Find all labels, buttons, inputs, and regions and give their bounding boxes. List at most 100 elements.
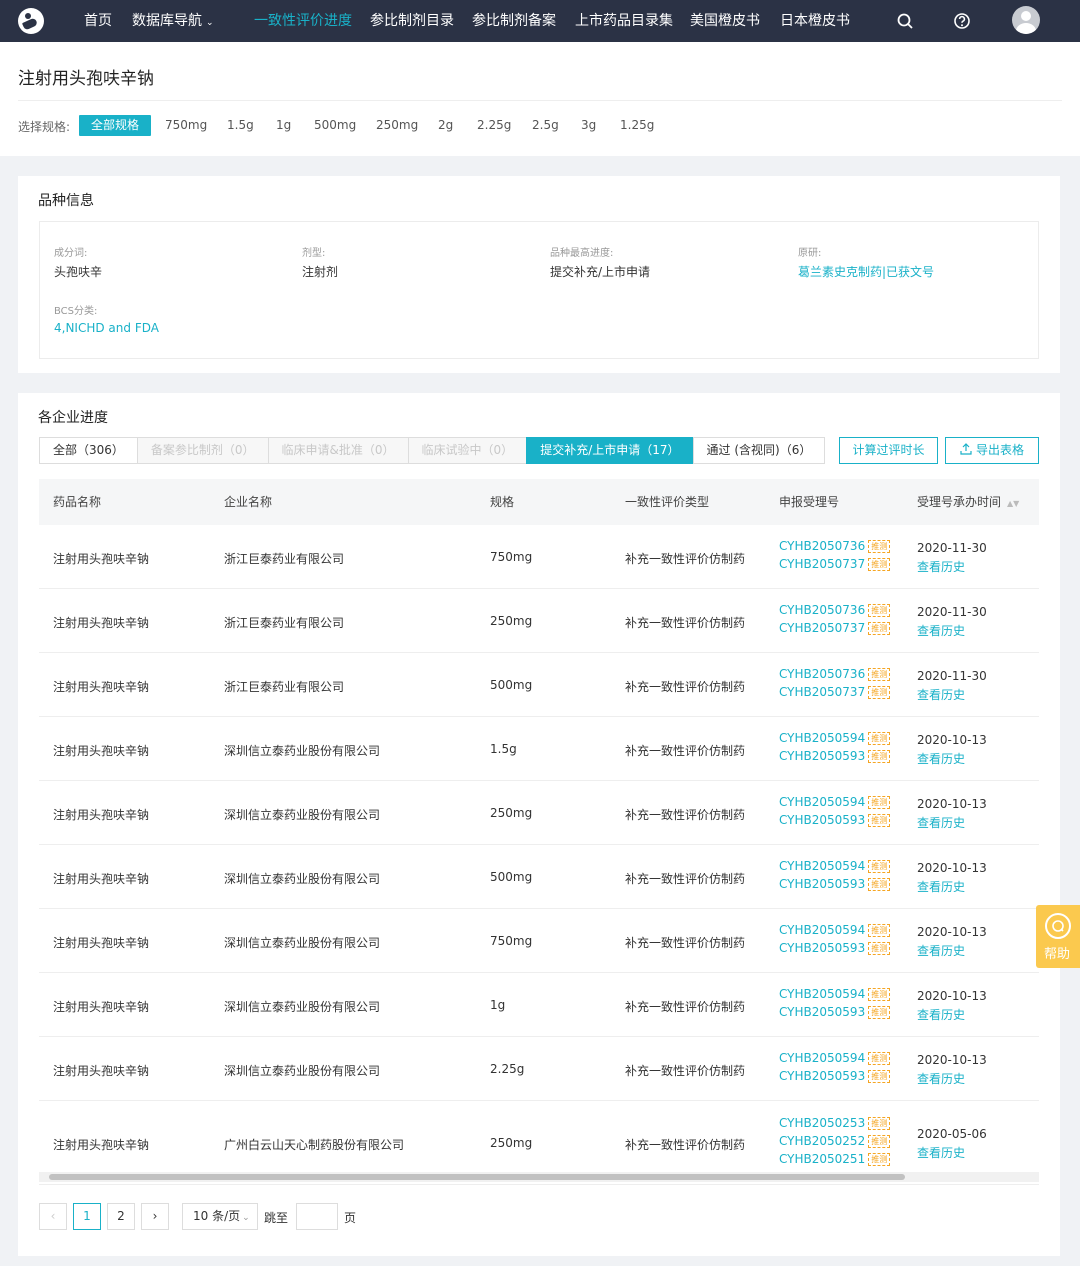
spec-option[interactable]: 250mg	[372, 115, 422, 136]
spec-option[interactable]: 1.5g	[223, 115, 258, 136]
scrollbar-thumb[interactable]	[49, 1174, 905, 1180]
application-number-text: CYHB2050737	[779, 621, 866, 635]
prev-page-button[interactable]: ‹	[39, 1203, 67, 1230]
bcs-link[interactable]: 4,NICHD and FDA	[54, 321, 159, 335]
export-table-button[interactable]: 导出表格	[945, 437, 1039, 464]
company-name-cell: 深圳信立泰药业股份有限公司	[224, 1000, 381, 1014]
inferred-tag: 推测	[868, 1135, 891, 1148]
tab-passed[interactable]: 通过 (含视同)（6）	[692, 437, 826, 464]
page-2-button[interactable]: 2	[107, 1203, 135, 1230]
drug-name-cell: 注射用头孢呋辛钠	[53, 1064, 150, 1078]
view-history-link[interactable]: 查看历史	[917, 622, 965, 639]
application-number[interactable]: CYHB2050593 推测	[779, 877, 891, 891]
application-number[interactable]: CYHB2050593 推测	[779, 1069, 891, 1083]
spec-cell: 250mg	[490, 806, 533, 820]
inferred-tag: 推测	[868, 732, 891, 745]
application-number[interactable]: CYHB2050594 推测	[779, 859, 891, 873]
spec-option[interactable]: 1g	[272, 115, 295, 136]
view-history-link[interactable]: 查看历史	[917, 878, 965, 895]
application-number[interactable]: CYHB2050594 推测	[779, 1051, 891, 1065]
application-number[interactable]: CYHB2050593 推测	[779, 813, 891, 827]
spec-option[interactable]: 500mg	[310, 115, 360, 136]
application-number[interactable]: CYHB2050736 推测	[779, 539, 891, 553]
column-header-sortable[interactable]: 受理号承办时间 ▲▼	[917, 479, 1019, 527]
drug-name-cell: 注射用头孢呋辛钠	[53, 680, 150, 694]
application-number[interactable]: CYHB2050594 推测	[779, 795, 891, 809]
help-circle-icon[interactable]	[952, 11, 972, 31]
variety-info-card: 品种信息 成分词: 头孢呋辛 剂型: 注射剂 品种最高进度: 提交补充/上市申请…	[18, 176, 1060, 373]
nav-listed-drugs[interactable]: 上市药品目录集	[575, 0, 673, 42]
nav-jp-orange-book[interactable]: 日本橙皮书	[780, 0, 850, 42]
application-number[interactable]: CYHB2050594 推测	[779, 731, 891, 745]
page-1-button[interactable]: 1	[73, 1203, 101, 1230]
spec-option[interactable]: 1.25g	[616, 115, 658, 136]
spec-cell: 750mg	[490, 934, 533, 948]
spec-option[interactable]: 3g	[577, 115, 600, 136]
evaluation-type-cell: 补充一致性评价仿制药	[625, 1000, 746, 1014]
application-number[interactable]: CYHB2050736 推测	[779, 667, 891, 681]
spec-all[interactable]: 全部规格	[79, 115, 152, 136]
evaluation-type-cell: 补充一致性评价仿制药	[625, 1064, 746, 1078]
application-number[interactable]: CYHB2050593 推测	[779, 941, 891, 955]
application-number[interactable]: CYHB2050737 推测	[779, 557, 891, 571]
table-row: 注射用头孢呋辛钠 浙江巨泰药业有限公司 750mg 补充一致性评价仿制药 CYHB205…	[39, 525, 1039, 589]
spec-option[interactable]: 750mg	[161, 115, 211, 136]
tab-submitted[interactable]: 提交补充/上市申请（17）	[526, 437, 694, 464]
application-number-text: CYHB2050736	[779, 603, 866, 617]
evaluation-type-cell: 补充一致性评价仿制药	[625, 1138, 746, 1152]
view-history-link[interactable]: 查看历史	[917, 942, 965, 959]
nav-us-orange-book[interactable]: 美国橙皮书	[690, 0, 760, 42]
application-number-text: CYHB2050594	[779, 923, 866, 937]
inferred-tag: 推测	[868, 540, 891, 553]
application-number[interactable]: CYHB2050736 推测	[779, 603, 891, 617]
view-history-link[interactable]: 查看历史	[917, 814, 965, 831]
help-float-button[interactable]: 帮助	[1036, 905, 1080, 968]
nav-reference-catalog[interactable]: 参比制剂目录	[370, 0, 454, 42]
application-number[interactable]: CYHB2050253 推测	[779, 1116, 891, 1130]
application-number[interactable]: CYHB2050251 推测	[779, 1152, 891, 1166]
view-history-link[interactable]: 查看历史	[917, 1006, 965, 1023]
ingredient-value: 头孢呋辛	[54, 265, 103, 279]
application-number[interactable]: CYHB2050737 推测	[779, 621, 891, 635]
nav-database[interactable]: 数据库导航 ⌄	[132, 0, 214, 42]
horizontal-scrollbar[interactable]	[39, 1172, 1039, 1182]
spec-cell: 500mg	[490, 678, 533, 692]
view-history-link[interactable]: 查看历史	[917, 1144, 965, 1161]
application-number[interactable]: CYHB2050737 推测	[779, 685, 891, 699]
column-header: 一致性评价类型	[625, 495, 710, 509]
nav-consistency-progress[interactable]: 一致性评价进度	[254, 0, 352, 42]
sort-icon[interactable]: ▲▼	[1007, 499, 1019, 508]
spec-option[interactable]: 2.25g	[473, 115, 515, 136]
company-name-cell: 广州白云山天心制药股份有限公司	[224, 1138, 405, 1152]
tab-clinical-application: 临床申请&批准（0）	[267, 437, 409, 464]
logo-icon[interactable]	[18, 8, 44, 34]
evaluation-type-cell: 补充一致性评价仿制药	[625, 552, 746, 566]
inferred-tag: 推测	[868, 924, 891, 937]
info-box: 成分词: 头孢呋辛 剂型: 注射剂 品种最高进度: 提交补充/上市申请 原研: …	[39, 221, 1039, 359]
nav-reference-filing[interactable]: 参比制剂备案	[472, 0, 556, 42]
application-number[interactable]: CYHB2050252 推测	[779, 1134, 891, 1148]
page-size-select[interactable]: 10 条/页 ⌄	[182, 1203, 258, 1230]
jump-page-input[interactable]	[296, 1203, 338, 1230]
export-table-label: 导出表格	[975, 443, 1024, 457]
company-name-cell: 浙江巨泰药业有限公司	[224, 680, 345, 694]
application-number[interactable]: CYHB2050593 推测	[779, 1005, 891, 1019]
view-history-link[interactable]: 查看历史	[917, 1070, 965, 1087]
originator-link[interactable]: 葛兰素史克制药|已获文号	[798, 263, 934, 280]
search-icon[interactable]	[895, 11, 915, 31]
application-number[interactable]: CYHB2050594 推测	[779, 923, 891, 937]
avatar[interactable]	[1012, 6, 1040, 34]
spec-option[interactable]: 2.5g	[528, 115, 563, 136]
next-page-button[interactable]: ›	[141, 1203, 169, 1230]
view-history-link[interactable]: 查看历史	[917, 686, 965, 703]
application-number[interactable]: CYHB2050594 推测	[779, 987, 891, 1001]
nav-home[interactable]: 首页	[84, 0, 112, 42]
spec-option[interactable]: 2g	[434, 115, 457, 136]
calc-duration-button[interactable]: 计算过评时长	[839, 437, 938, 464]
table-row: 注射用头孢呋辛钠 深圳信立泰药业股份有限公司 2.25g 补充一致性评价仿制药 CYHB…	[39, 1037, 1039, 1101]
view-history-link[interactable]: 查看历史	[917, 558, 965, 575]
tab-all[interactable]: 全部（306）	[39, 437, 138, 464]
acceptance-date: 2020-10-13	[917, 797, 987, 811]
view-history-link[interactable]: 查看历史	[917, 750, 965, 767]
application-number[interactable]: CYHB2050593 推测	[779, 749, 891, 763]
